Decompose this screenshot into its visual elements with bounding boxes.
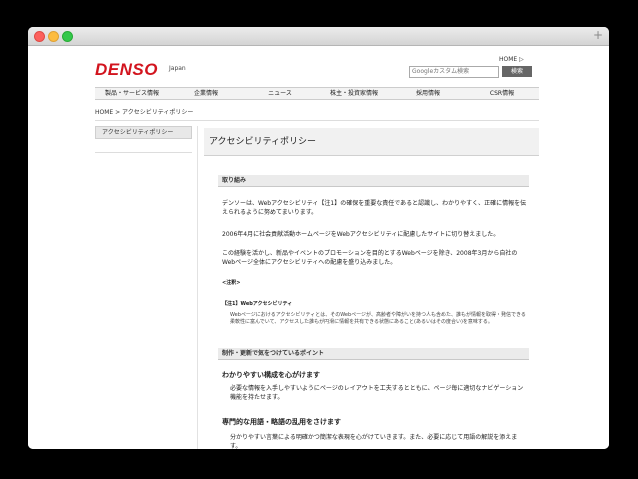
paragraph-2006: 2006年4月に社会貢献活動ホームページをWebアクセシビリティに配慮したサイト… <box>222 231 500 238</box>
region-label: Japan <box>169 65 186 72</box>
gnav-corporate[interactable]: 企業情報 <box>169 88 243 99</box>
search-input[interactable]: Googleカスタム検索 <box>409 66 499 78</box>
denso-logo[interactable]: DENSO <box>95 60 158 80</box>
window-titlebar: + <box>28 27 609 46</box>
gnav-investors[interactable]: 株主・投資家情報 <box>317 88 391 99</box>
paragraph-2008: この経験を活かし、新品やイベントのプロモーションを目的とするWebページを除き、… <box>222 250 518 266</box>
gnav-products[interactable]: 製品・サービス情報 <box>95 88 169 99</box>
home-link[interactable]: HOME ▷ <box>499 56 524 63</box>
subheading-structure: わかりやすい構成を心がけます <box>222 371 320 379</box>
site-container: DENSO Japan HOME ▷ Googleカスタム検索 検索 製品・サー… <box>95 46 539 449</box>
gnav-news[interactable]: ニュース <box>243 88 317 99</box>
new-tab-plus-icon[interactable]: + <box>593 28 603 42</box>
section-heading-points: 制作・更新で気をつけているポイント <box>218 348 529 360</box>
note-title: 【注1】Webアクセシビリティ <box>222 301 293 307</box>
global-navigation: 製品・サービス情報 企業情報 ニュース 株主・投資家情報 採用情報 CSR情報 <box>95 87 539 100</box>
close-window-button[interactable] <box>34 31 45 42</box>
column-divider <box>197 126 198 449</box>
search-button[interactable]: 検索 <box>502 66 532 77</box>
gnav-csr[interactable]: CSR情報 <box>465 88 539 99</box>
paragraph-structure: 必要な情報を入手しやすいようにページのレイアウトを工夫するとともに、ページ毎に適… <box>230 385 524 401</box>
sidebar-item-accessibility[interactable]: アクセシビリティポリシー <box>95 126 192 139</box>
note-body: Webページにおけるアクセシビリティとは、そのWebページが、高齢者や障がいを持… <box>230 312 526 325</box>
minimize-window-button[interactable] <box>48 31 59 42</box>
sidebar-divider <box>95 152 192 153</box>
browser-window: + DENSO Japan HOME ▷ Googleカスタム検索 検索 製品・… <box>28 27 609 449</box>
zoom-window-button[interactable] <box>62 31 73 42</box>
paragraph-commitment: デンソーは、Webアクセシビリティ【注1】の確保を重要な責任であると認識し、わか… <box>222 200 527 216</box>
paragraph-terminology: 分かりやすい言葉による明確かつ簡潔な表現を心がけていきます。また、必要に応じて用… <box>230 434 518 449</box>
gnav-recruit[interactable]: 採用情報 <box>391 88 465 99</box>
subheading-terminology: 専門的な用語・略語の乱用をさけます <box>222 418 341 426</box>
section-heading-efforts: 取り組み <box>218 175 529 187</box>
notes-label: <注釈> <box>222 280 241 286</box>
web-page: DENSO Japan HOME ▷ Googleカスタム検索 検索 製品・サー… <box>28 46 609 449</box>
header-divider <box>95 120 539 121</box>
page-title: アクセシビリティポリシー <box>204 128 539 156</box>
breadcrumb[interactable]: HOME > アクセシビリティポリシー <box>95 107 193 116</box>
